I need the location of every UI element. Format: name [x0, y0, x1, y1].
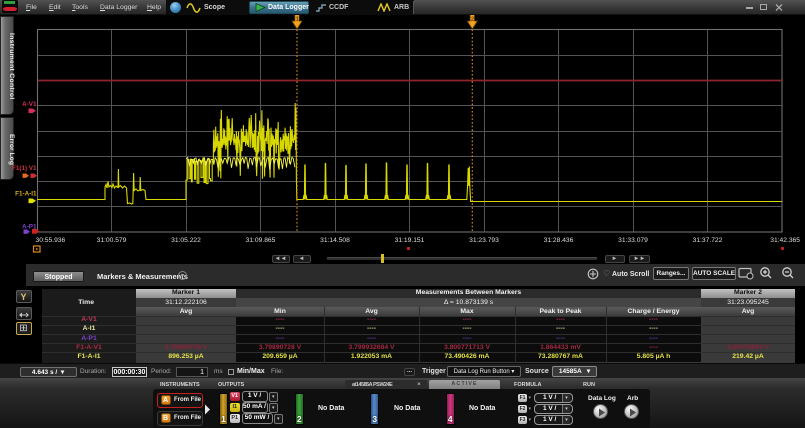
svg-text:A-V1: A-V1: [22, 101, 37, 108]
svg-text:31:42.365: 31:42.365: [770, 237, 800, 244]
svg-text:30:55.936: 30:55.936: [36, 237, 66, 244]
svg-text:31:23.793: 31:23.793: [469, 237, 499, 244]
svg-text:31:19.151: 31:19.151: [395, 237, 425, 244]
svg-text:31:05.222: 31:05.222: [171, 237, 201, 244]
svg-text:31:09.865: 31:09.865: [246, 237, 276, 244]
svg-text:31:33.079: 31:33.079: [618, 237, 648, 244]
svg-text:31:28.436: 31:28.436: [544, 237, 574, 244]
svg-text:31:00.579: 31:00.579: [97, 237, 127, 244]
svg-text:F1(1) V1: F1(1) V1: [12, 165, 37, 172]
svg-text:31:14.508: 31:14.508: [320, 237, 350, 244]
svg-text:F1-A-I1: F1-A-I1: [15, 191, 37, 198]
svg-text:31:37.722: 31:37.722: [693, 237, 723, 244]
